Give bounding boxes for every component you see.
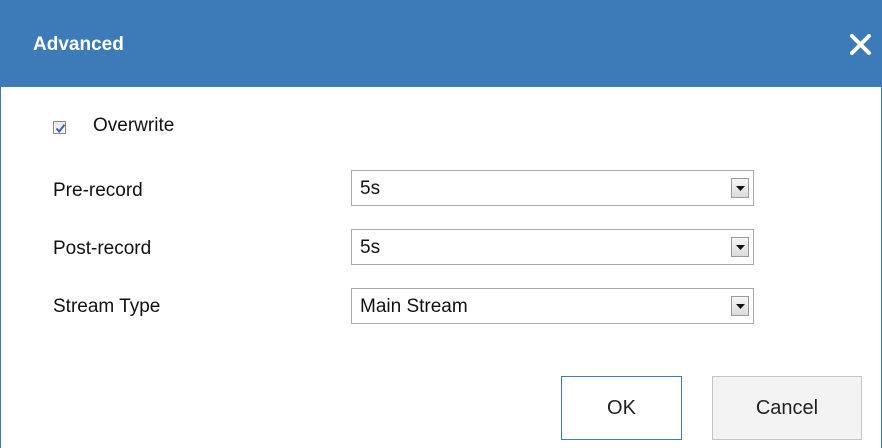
post-record-select[interactable]: 5s	[351, 229, 754, 265]
close-icon[interactable]	[847, 30, 875, 58]
dropdown-arrow-icon[interactable]	[731, 237, 749, 257]
stream-type-label: Stream Type	[53, 296, 161, 317]
dialog-titlebar: Advanced	[1, 0, 881, 87]
dropdown-arrow-icon[interactable]	[731, 296, 749, 316]
ok-button[interactable]: OK	[561, 376, 682, 440]
stream-type-select[interactable]: Main Stream	[351, 288, 754, 324]
dialog-title: Advanced	[33, 34, 124, 55]
pre-record-select[interactable]: 5s	[351, 170, 754, 206]
dropdown-arrow-icon[interactable]	[731, 178, 749, 198]
overwrite-label: Overwrite	[93, 115, 175, 136]
advanced-dialog: Advanced Overwrite Pre-record 5s Post-re…	[0, 0, 882, 448]
stream-type-value: Main Stream	[360, 296, 468, 317]
post-record-value: 5s	[360, 237, 381, 258]
post-record-label: Post-record	[53, 238, 152, 259]
pre-record-label: Pre-record	[53, 180, 143, 201]
overwrite-checkbox[interactable]	[53, 121, 66, 134]
checkmark-icon	[55, 124, 66, 134]
pre-record-value: 5s	[360, 178, 381, 199]
cancel-button[interactable]: Cancel	[712, 376, 862, 440]
